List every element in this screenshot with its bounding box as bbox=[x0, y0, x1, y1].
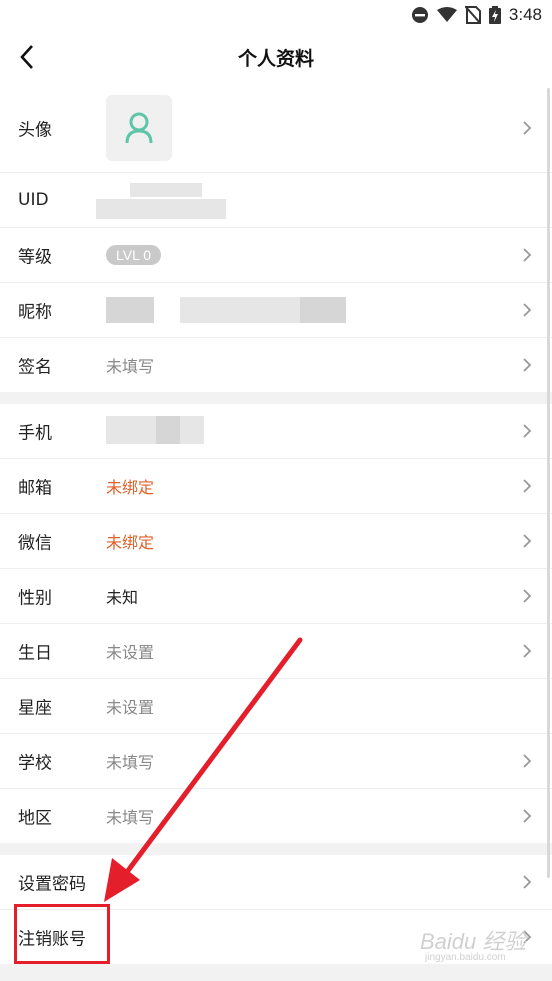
status-bar: 3:48 bbox=[0, 0, 552, 30]
gender-value: 未知 bbox=[106, 588, 139, 607]
chevron-right-icon bbox=[523, 754, 532, 768]
wifi-icon bbox=[436, 7, 457, 22]
row-label: 星座 bbox=[18, 698, 52, 719]
birthday-value: 未设置 bbox=[106, 643, 155, 662]
profile-list[interactable]: 头像 UID 等级 LVL 0 昵称 签名 未填写 手机 邮箱 未绑定 微信 未… bbox=[0, 84, 552, 981]
row-label: 签名 bbox=[18, 357, 52, 378]
dnd-icon bbox=[411, 7, 428, 23]
watermark-url: jingyan.baidu.com bbox=[425, 952, 506, 963]
chevron-right-icon bbox=[523, 248, 532, 262]
row-label: 微信 bbox=[18, 533, 52, 554]
row-phone[interactable]: 手机 bbox=[0, 404, 552, 459]
row-email[interactable]: 邮箱 未绑定 bbox=[0, 459, 552, 514]
row-label: 手机 bbox=[18, 423, 52, 444]
battery-charging-icon bbox=[488, 6, 501, 24]
annotation-highlight-box bbox=[14, 904, 110, 964]
chevron-right-icon bbox=[523, 875, 532, 889]
row-label: 头像 bbox=[18, 120, 52, 141]
wechat-value: 未绑定 bbox=[106, 533, 155, 552]
level-badge: LVL 0 bbox=[106, 245, 162, 265]
row-signature[interactable]: 签名 未填写 bbox=[0, 338, 552, 392]
row-label: 地区 bbox=[18, 808, 52, 829]
chevron-right-icon bbox=[523, 479, 532, 493]
signature-value: 未填写 bbox=[106, 357, 155, 376]
chevron-right-icon bbox=[523, 809, 532, 823]
avatar[interactable] bbox=[106, 95, 172, 161]
row-label: 等级 bbox=[18, 247, 52, 268]
row-wechat[interactable]: 微信 未绑定 bbox=[0, 514, 552, 569]
region-value: 未填写 bbox=[106, 808, 155, 827]
chevron-right-icon bbox=[523, 358, 532, 372]
row-level[interactable]: 等级 LVL 0 bbox=[0, 228, 552, 283]
school-value: 未填写 bbox=[106, 753, 155, 772]
no-signal-icon bbox=[464, 6, 481, 24]
chevron-right-icon bbox=[523, 644, 532, 658]
row-nickname[interactable]: 昵称 bbox=[0, 283, 552, 338]
row-birthday[interactable]: 生日 未设置 bbox=[0, 624, 552, 679]
row-label: UID bbox=[18, 190, 49, 210]
row-label: 昵称 bbox=[18, 302, 52, 323]
user-icon bbox=[125, 112, 153, 144]
section-divider bbox=[0, 843, 552, 855]
row-uid[interactable]: UID bbox=[0, 173, 552, 228]
profile-group-contact: 手机 邮箱 未绑定 微信 未绑定 性别 未知 生日 未设置 星座 未设置 学校 … bbox=[0, 404, 552, 843]
zodiac-value: 未设置 bbox=[106, 698, 155, 717]
row-zodiac: 星座 未设置 bbox=[0, 679, 552, 734]
status-time: 3:48 bbox=[508, 5, 542, 24]
row-label: 生日 bbox=[18, 643, 52, 664]
chevron-right-icon bbox=[523, 121, 532, 135]
chevron-right-icon bbox=[523, 424, 532, 438]
chevron-right-icon bbox=[523, 303, 532, 317]
section-divider bbox=[0, 392, 552, 404]
row-label: 性别 bbox=[18, 588, 52, 609]
chevron-right-icon bbox=[523, 534, 532, 548]
row-gender[interactable]: 性别 未知 bbox=[0, 569, 552, 624]
row-label: 邮箱 bbox=[18, 478, 52, 499]
page-title: 个人资料 bbox=[237, 49, 314, 70]
row-school[interactable]: 学校 未填写 bbox=[0, 734, 552, 789]
email-value: 未绑定 bbox=[106, 478, 155, 497]
profile-group-basic: 头像 UID 等级 LVL 0 昵称 签名 未填写 bbox=[0, 84, 552, 392]
row-avatar[interactable]: 头像 bbox=[0, 84, 552, 173]
row-label: 设置密码 bbox=[18, 874, 86, 895]
row-set-password[interactable]: 设置密码 bbox=[0, 855, 552, 910]
app-bar: 个人资料 bbox=[0, 30, 552, 84]
chevron-right-icon bbox=[523, 589, 532, 603]
scrollbar[interactable] bbox=[547, 88, 550, 878]
row-region[interactable]: 地区 未填写 bbox=[0, 789, 552, 843]
row-label: 学校 bbox=[18, 753, 52, 774]
